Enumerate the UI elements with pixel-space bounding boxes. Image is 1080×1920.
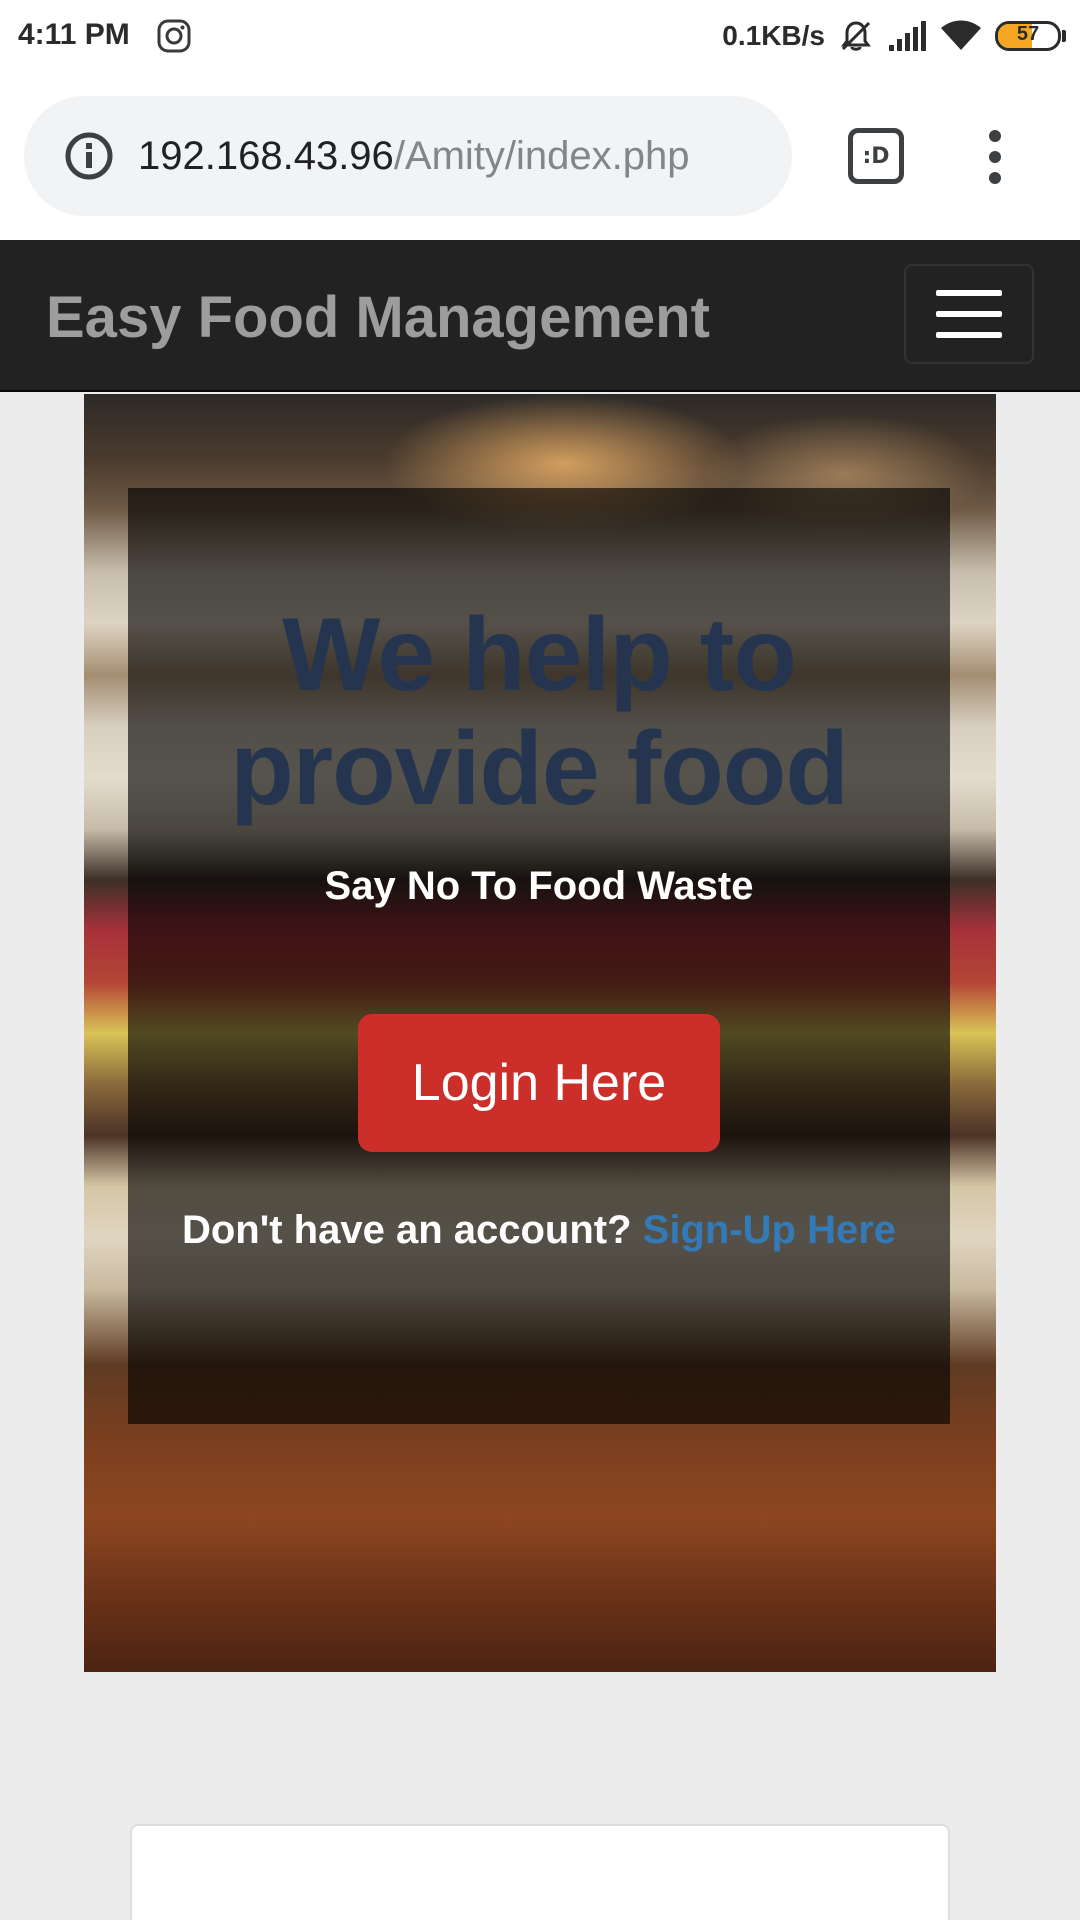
url-host: 192.168.43.96	[138, 133, 394, 178]
signup-line: Don't have an account? Sign-Up Here	[128, 1208, 950, 1253]
wifi-icon	[941, 20, 981, 50]
hamburger-bar	[936, 290, 1002, 296]
tab-switcher-label: :D	[862, 143, 890, 169]
signal-icon	[889, 21, 926, 51]
hamburger-menu-icon[interactable]	[904, 264, 1034, 364]
browser-toolbar: 192.168.43.96/Amity/index.php :D	[0, 72, 1080, 240]
battery-level: 57	[1016, 23, 1040, 45]
signup-prompt: Don't have an account?	[181, 1208, 632, 1252]
signup-link[interactable]: Sign-Up Here	[643, 1208, 896, 1252]
content-card	[130, 1824, 950, 1920]
hamburger-bar	[936, 332, 1002, 338]
status-time: 4:11 PM	[18, 18, 130, 51]
kebab-dot	[989, 151, 1001, 163]
hero-banner: We help to provide food Say No To Food W…	[84, 394, 996, 1672]
bell-muted-icon	[841, 21, 871, 51]
more-vert-icon[interactable]	[980, 130, 1010, 184]
hero-title: We help to provide food	[230, 597, 849, 827]
battery-nub	[1062, 30, 1066, 42]
instagram-icon	[157, 19, 191, 53]
address-bar[interactable]: 192.168.43.96/Amity/index.php	[24, 96, 792, 216]
brand-title[interactable]: Easy Food Management	[46, 284, 710, 351]
status-indicators: 0.1KB/s 57	[722, 16, 1066, 56]
hero-subtitle: Say No To Food Waste	[324, 864, 754, 908]
kebab-dot	[989, 172, 1001, 184]
tabs-icon[interactable]: :D	[848, 128, 904, 184]
url-text[interactable]: 192.168.43.96/Amity/index.php	[138, 134, 690, 179]
url-path: /Amity/index.php	[393, 133, 690, 178]
app-navbar: Easy Food Management	[0, 240, 1080, 392]
battery-icon: 57	[995, 21, 1061, 51]
login-button[interactable]: Login Here	[358, 1014, 720, 1152]
hamburger-bar	[936, 311, 1002, 317]
info-icon[interactable]	[64, 131, 114, 181]
network-speed: 0.1KB/s	[722, 20, 825, 51]
kebab-dot	[989, 130, 1001, 142]
hero-overlay-panel: We help to provide food Say No To Food W…	[128, 488, 950, 1424]
status-bar: 4:11 PM 0.1KB/s 57	[0, 0, 1080, 72]
